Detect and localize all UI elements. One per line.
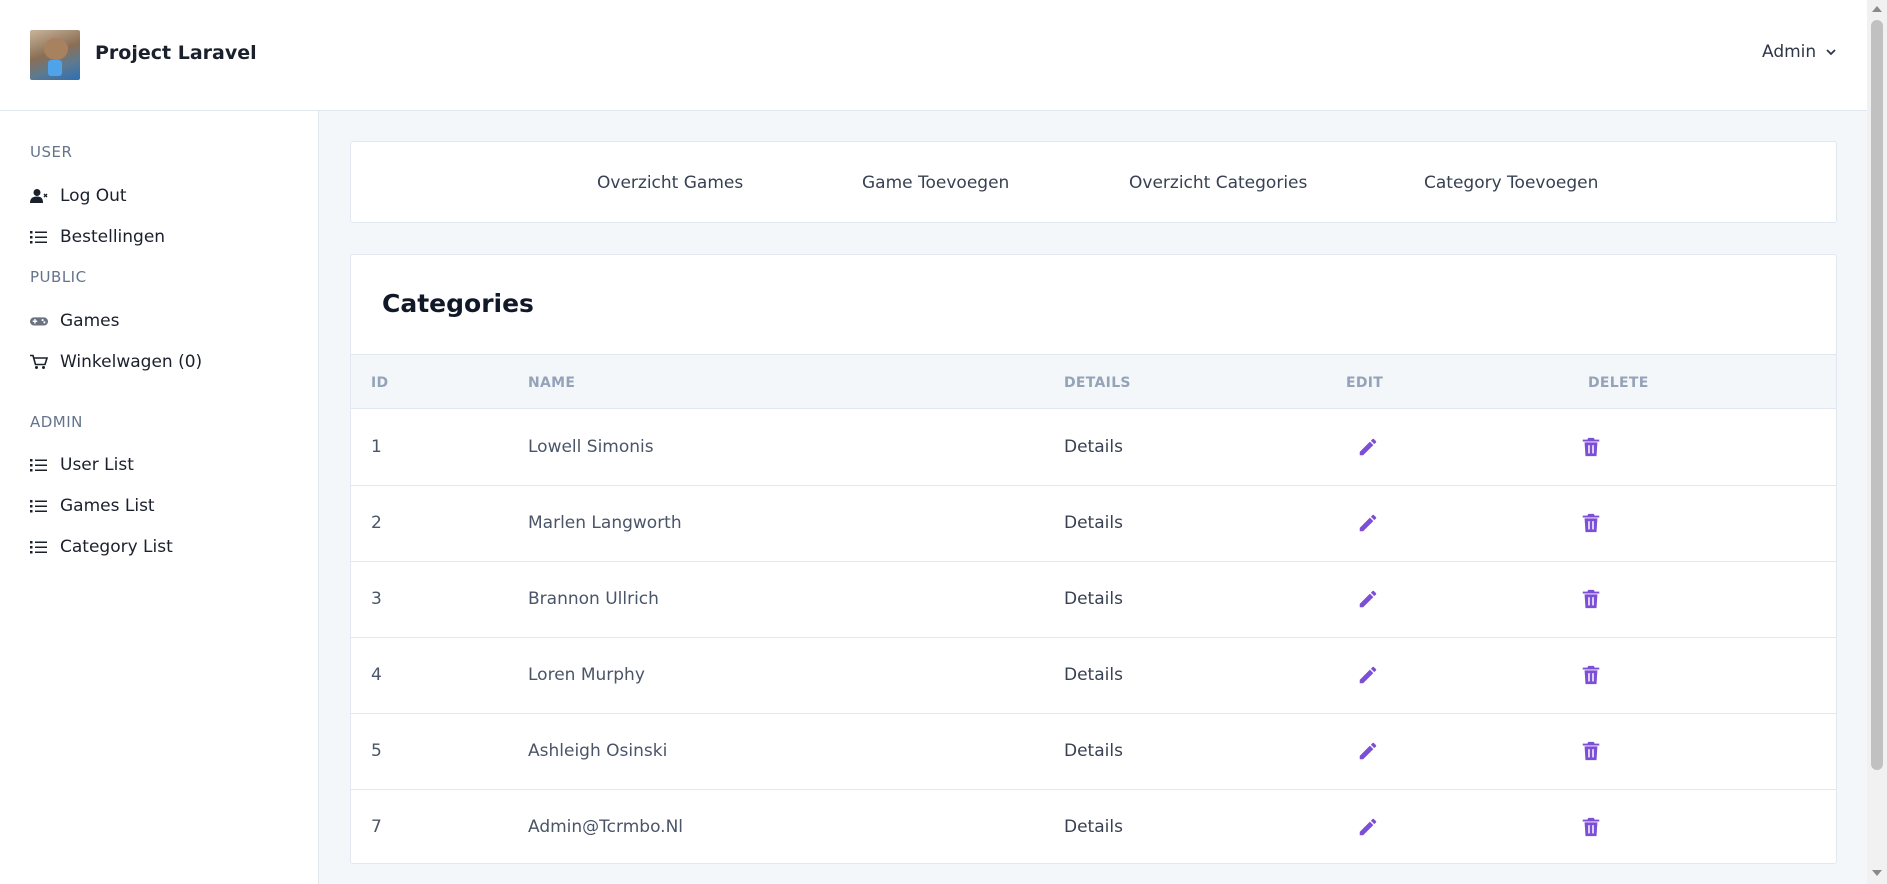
- delete-button[interactable]: [1580, 816, 1602, 838]
- card-header: Categories: [351, 255, 1836, 355]
- list-icon: [30, 231, 47, 244]
- table-row: 4 Loren Murphy Details: [351, 638, 1836, 714]
- list-icon: [30, 459, 47, 472]
- edit-button[interactable]: [1357, 740, 1379, 762]
- details-link[interactable]: Details: [1064, 817, 1123, 837]
- edit-button[interactable]: [1357, 512, 1379, 534]
- row-name: Admin@Tcrmbo.Nl: [528, 817, 684, 837]
- categories-card: Categories ID NAME DETAILS EDIT DELETE 1…: [350, 254, 1837, 864]
- delete-button[interactable]: [1580, 740, 1602, 762]
- sidebar: USER Log Out Bestellingen PUBLIC Games W…: [0, 111, 319, 884]
- details-link[interactable]: Details: [1064, 513, 1123, 533]
- scroll-thumb[interactable]: [1871, 20, 1883, 770]
- nav-add-game[interactable]: Game Toevoegen: [862, 173, 1009, 193]
- pencil-icon: [1359, 438, 1377, 456]
- sidebar-item-logout[interactable]: Log Out: [30, 186, 127, 206]
- nav-overview-games[interactable]: Overzicht Games: [597, 173, 743, 193]
- sidebar-item-label: Log Out: [60, 186, 127, 206]
- cart-icon: [30, 354, 48, 369]
- edit-button[interactable]: [1357, 664, 1379, 686]
- gamepad-icon: [30, 317, 48, 326]
- sidebar-item-label: Games: [60, 311, 120, 331]
- chevron-down-icon: [1826, 49, 1836, 56]
- sidebar-item-label: Bestellingen: [60, 227, 166, 247]
- details-link[interactable]: Details: [1064, 589, 1123, 609]
- row-name: Marlen Langworth: [528, 513, 682, 533]
- scroll-down-arrow[interactable]: [1872, 870, 1882, 876]
- sidebar-item-label: User List: [60, 455, 134, 475]
- logo-face: [44, 38, 68, 60]
- trash-icon: [1582, 589, 1600, 609]
- column-header-details: DETAILS: [1064, 375, 1131, 391]
- trash-icon: [1582, 817, 1600, 837]
- delete-button[interactable]: [1580, 588, 1602, 610]
- nav-overview-categories[interactable]: Overzicht Categories: [1129, 173, 1307, 193]
- top-bar: Project Laravel Admin: [0, 0, 1867, 111]
- edit-button[interactable]: [1357, 436, 1379, 458]
- table-row: 7 Admin@Tcrmbo.Nl Details: [351, 790, 1836, 863]
- user-logout-icon: [30, 189, 48, 203]
- delete-button[interactable]: [1580, 436, 1602, 458]
- sidebar-item-games[interactable]: Games: [30, 311, 119, 331]
- trash-icon: [1582, 665, 1600, 685]
- row-id: 1: [371, 437, 382, 457]
- table-row: 1 Lowell Simonis Details: [351, 410, 1836, 486]
- row-name: Brannon Ullrich: [528, 589, 659, 609]
- page-title: Categories: [382, 289, 534, 318]
- user-menu-dropdown[interactable]: Admin: [1762, 42, 1837, 62]
- pencil-icon: [1359, 514, 1377, 532]
- delete-button[interactable]: [1580, 664, 1602, 686]
- trash-icon: [1582, 513, 1600, 533]
- sidebar-item-orders[interactable]: Bestellingen: [30, 227, 165, 247]
- row-name: Loren Murphy: [528, 665, 645, 685]
- delete-button[interactable]: [1580, 512, 1602, 534]
- column-header-delete: DELETE: [1588, 375, 1649, 391]
- sidebar-section-admin: ADMIN: [30, 413, 83, 431]
- sidebar-section-user: USER: [30, 143, 73, 161]
- column-header-id: ID: [371, 375, 389, 391]
- column-header-edit: EDIT: [1346, 375, 1384, 391]
- column-header-name: NAME: [528, 375, 576, 391]
- sidebar-item-cart[interactable]: Winkelwagen (0): [30, 352, 202, 372]
- app-title[interactable]: Project Laravel: [95, 42, 257, 64]
- row-id: 4: [371, 665, 382, 685]
- list-icon: [30, 500, 47, 513]
- trash-icon: [1582, 437, 1600, 457]
- logo-cup: [48, 60, 62, 76]
- edit-button[interactable]: [1357, 816, 1379, 838]
- table-header: ID NAME DETAILS EDIT DELETE: [351, 355, 1836, 409]
- sidebar-item-user-list[interactable]: User List: [30, 455, 134, 475]
- nav-add-category[interactable]: Category Toevoegen: [1424, 173, 1598, 193]
- sidebar-item-category-list[interactable]: Category List: [30, 537, 173, 557]
- sidebar-item-label: Category List: [60, 537, 173, 557]
- admin-nav-bar: Overzicht Games Game Toevoegen Overzicht…: [350, 141, 1837, 223]
- details-link[interactable]: Details: [1064, 741, 1123, 761]
- pencil-icon: [1359, 742, 1377, 760]
- pencil-icon: [1359, 590, 1377, 608]
- pencil-icon: [1359, 818, 1377, 836]
- row-id: 5: [371, 741, 382, 761]
- page-scrollbar[interactable]: [1867, 0, 1887, 884]
- details-link[interactable]: Details: [1064, 437, 1123, 457]
- edit-button[interactable]: [1357, 588, 1379, 610]
- table-row: 2 Marlen Langworth Details: [351, 486, 1836, 562]
- sidebar-item-games-list[interactable]: Games List: [30, 496, 155, 516]
- row-id: 7: [371, 817, 382, 837]
- table-row: 5 Ashleigh Osinski Details: [351, 714, 1836, 790]
- row-name: Lowell Simonis: [528, 437, 654, 457]
- details-link[interactable]: Details: [1064, 665, 1123, 685]
- pencil-icon: [1359, 666, 1377, 684]
- table-row: 3 Brannon Ullrich Details: [351, 562, 1836, 638]
- trash-icon: [1582, 741, 1600, 761]
- scroll-up-arrow[interactable]: [1872, 6, 1882, 12]
- app-logo[interactable]: [30, 30, 80, 80]
- sidebar-section-public: PUBLIC: [30, 268, 87, 286]
- list-icon: [30, 541, 47, 554]
- row-id: 2: [371, 513, 382, 533]
- row-id: 3: [371, 589, 382, 609]
- user-menu-label: Admin: [1762, 42, 1817, 62]
- row-name: Ashleigh Osinski: [528, 741, 668, 761]
- sidebar-item-label: Games List: [60, 496, 155, 516]
- sidebar-item-label: Winkelwagen (0): [60, 352, 203, 372]
